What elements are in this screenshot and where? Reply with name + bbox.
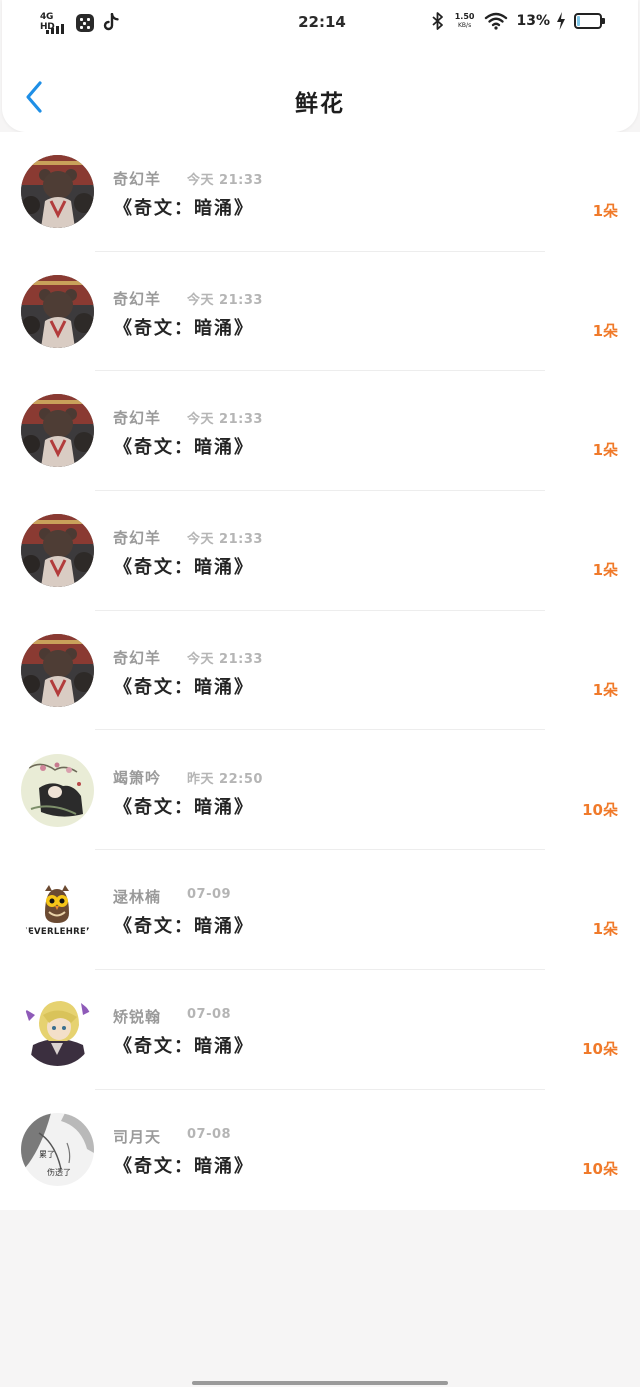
sender-name: 奇幻羊	[113, 529, 162, 548]
book-title: 《奇文：暗涌》	[114, 1155, 254, 1177]
flower-records-screen: 4G HD 22:14 1.50 KB/s 13% 鲜花 奇幻羊 今天 21:3…	[0, 0, 640, 1387]
status-right: 1.50 KB/s 13%	[431, 12, 605, 30]
sender-name: 矫锐翰	[113, 1007, 162, 1026]
avatar-text: 伤透了	[47, 1167, 71, 1177]
record-time: 今天 21:33	[187, 532, 263, 548]
sender-name: 司月天	[113, 1127, 162, 1146]
anime-avatar[interactable]	[21, 992, 94, 1066]
avatar-text: NEVERLEHREN	[21, 927, 93, 937]
bear-avatar[interactable]	[21, 394, 94, 468]
bear-avatar[interactable]	[21, 274, 94, 348]
record-time: 昨天 22:50	[187, 771, 263, 787]
flower-count: 1朵	[592, 321, 618, 340]
record-time: 今天 21:33	[187, 651, 263, 667]
home-indicator[interactable]	[192, 1381, 448, 1385]
owl-avatar[interactable]: NEVERLEHREN	[21, 873, 94, 947]
sender-name: 奇幻羊	[113, 289, 162, 308]
book-title: 《奇文：暗涌》	[114, 796, 254, 818]
bluetooth-icon	[432, 12, 443, 30]
book-title: 《奇文：暗涌》	[114, 676, 254, 698]
flower-count: 10朵	[582, 1039, 618, 1058]
flower-count: 1朵	[592, 920, 618, 939]
flower-record-row[interactable]: 奇幻羊 今天 21:33 《奇文：暗涌》 1朵	[0, 132, 640, 252]
status-bar: 4G HD 22:14 1.50 KB/s 13%	[2, 0, 640, 48]
book-title: 《奇文：暗涌》	[114, 317, 254, 339]
sender-name: 逯林楠	[113, 888, 162, 907]
flower-record-row[interactable]: 奇幻羊 今天 21:33 《奇文：暗涌》 1朵	[0, 491, 640, 611]
wifi-icon	[485, 12, 508, 30]
bear-avatar[interactable]	[21, 633, 94, 707]
record-time: 今天 21:33	[187, 412, 263, 428]
record-time: 07-09	[187, 887, 232, 903]
header-card: 4G HD 22:14 1.50 KB/s 13% 鲜花	[2, 0, 638, 132]
book-title: 《奇文：暗涌》	[114, 1035, 254, 1057]
flower-record-row[interactable]: NEVERLEHREN 逯林楠 07-09 《奇文：暗涌》 1朵	[0, 850, 640, 970]
sender-name: 奇幻羊	[113, 170, 162, 188]
flower-record-row[interactable]: 竭箫吟 昨天 22:50 《奇文：暗涌》 10朵	[0, 731, 640, 851]
flower-record-list: 奇幻羊 今天 21:33 《奇文：暗涌》 1朵 奇幻羊 今天 21:33 《奇文：暗涌》 1朵…	[0, 132, 640, 1210]
sender-name: 竭箫吟	[113, 768, 162, 787]
battery-level	[577, 16, 580, 26]
flower-count: 1朵	[592, 561, 618, 580]
book-title: 《奇文：暗涌》	[114, 557, 254, 579]
sender-name: 奇幻羊	[113, 648, 162, 667]
bear-avatar[interactable]	[21, 155, 94, 228]
flower-record-row[interactable]: 矫锐翰 07-08 《奇文：暗涌》 10朵	[0, 970, 640, 1090]
sender-name: 奇幻羊	[113, 409, 162, 428]
flower-record-row[interactable]: 奇幻羊 今天 21:33 《奇文：暗涌》 1朵	[0, 371, 640, 492]
record-time: 07-08	[187, 1126, 232, 1142]
record-time: 今天 21:33	[187, 292, 263, 308]
network-speed: 1.50 KB/s	[454, 12, 475, 29]
painting-avatar[interactable]	[21, 753, 94, 827]
avatar-text: 累了	[39, 1150, 55, 1159]
flower-count: 1朵	[592, 680, 618, 699]
record-time: 07-08	[187, 1006, 232, 1022]
book-title: 《奇文：暗涌》	[114, 437, 254, 459]
flower-count: 10朵	[582, 800, 618, 819]
flower-record-row[interactable]: 奇幻羊 今天 21:33 《奇文：暗涌》 1朵	[0, 252, 640, 372]
flower-record-row[interactable]: 奇幻羊 今天 21:33 《奇文：暗涌》 1朵	[0, 611, 640, 731]
page-title: 鲜花	[295, 91, 345, 117]
book-title: 《奇文：暗涌》	[114, 198, 254, 219]
charging-icon	[557, 12, 565, 30]
flower-record-row[interactable]: 累了 伤透了 司月天 07-08 《奇文：暗涌》 10朵	[0, 1090, 640, 1210]
book-title: 《奇文：暗涌》	[114, 916, 254, 938]
record-time: 今天 21:33	[187, 173, 263, 188]
bear-avatar[interactable]	[21, 514, 94, 588]
flower-count: 1朵	[592, 202, 618, 220]
sketch-avatar[interactable]: 累了伤透了	[21, 1112, 94, 1186]
battery-percent: 13%	[516, 13, 550, 29]
battery-icon	[574, 13, 605, 29]
flower-count: 1朵	[592, 441, 618, 460]
flower-count: 10朵	[582, 1159, 618, 1178]
